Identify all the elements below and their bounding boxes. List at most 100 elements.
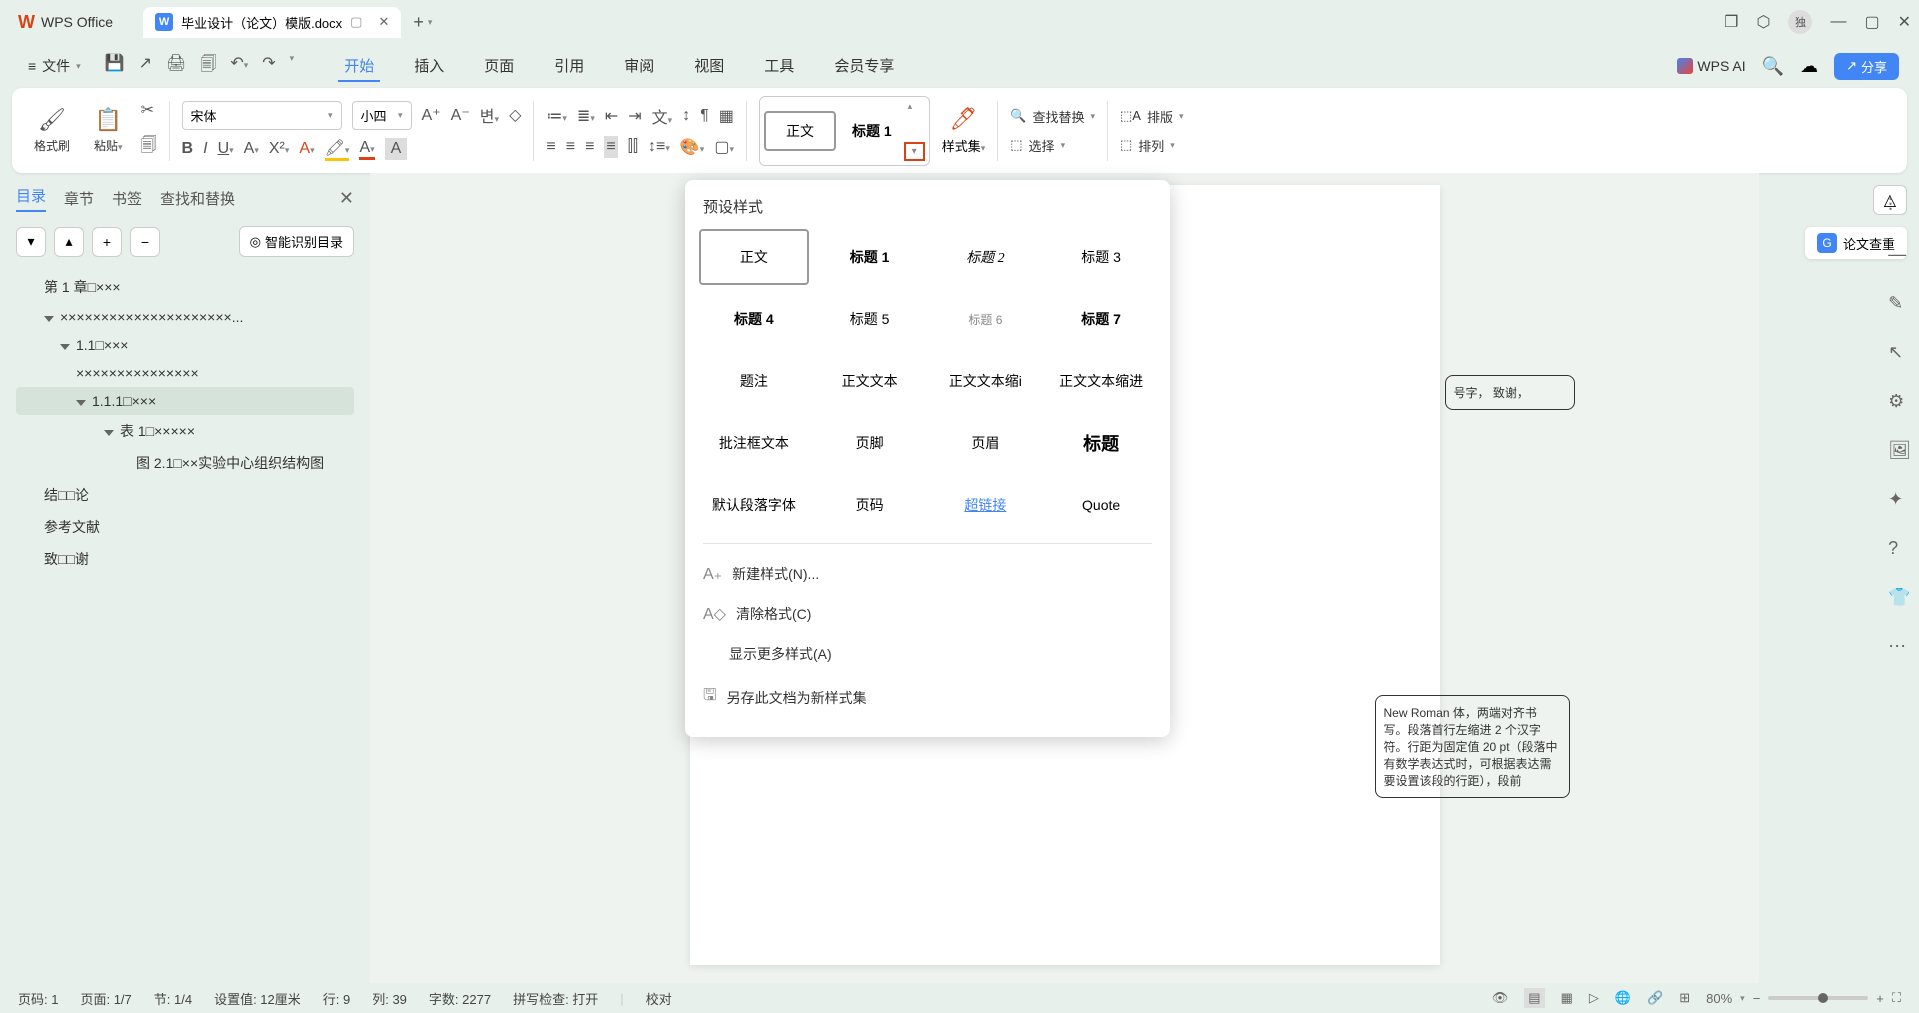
style-cell[interactable]: 标题 — [1046, 415, 1156, 471]
style-cell[interactable]: 默认段落字体 — [699, 477, 809, 533]
arrange-button[interactable]: ⬚A排版▾ — [1120, 107, 1184, 126]
highlight-icon[interactable]: 🖍▾ — [325, 138, 350, 161]
comment-balloon[interactable]: New Roman 体，两端对齐书写。段落首行左缩进 2 个汉字符。行距为固定值… — [1375, 695, 1570, 798]
close-icon[interactable]: ✕ — [1898, 12, 1911, 32]
bold-icon[interactable]: B — [182, 140, 194, 158]
sidebar-tab-chapter[interactable]: 章节 — [64, 188, 94, 209]
align-button[interactable]: ⬚排列▾ — [1120, 136, 1184, 155]
find-replace-button[interactable]: 🔍查找替换▾ — [1010, 107, 1095, 126]
tab-page[interactable]: 页面 — [478, 51, 520, 82]
style-cell[interactable]: 标题 6 — [931, 291, 1041, 347]
save-styleset-action[interactable]: 🖫另存此文档为新样式集 — [685, 674, 1170, 721]
print-preview-icon[interactable]: 🗐 — [200, 53, 216, 80]
font-decrease-icon[interactable]: A⁻ — [451, 105, 470, 125]
bullet-list-icon[interactable]: ≔▾ — [546, 106, 567, 126]
align-left-icon[interactable]: ≡ — [546, 138, 555, 156]
toc-item[interactable]: 1.1□××× — [16, 331, 354, 359]
status-page[interactable]: 页面: 1/7 — [80, 989, 131, 1008]
style-cell[interactable]: 批注框文本 — [699, 415, 809, 471]
zoom-value[interactable]: 80% — [1706, 991, 1732, 1006]
qab-more-icon[interactable]: ▾ — [290, 53, 295, 80]
cursor-icon[interactable]: ↖ — [1888, 342, 1911, 363]
para-mark-icon[interactable]: ¶ — [700, 107, 709, 125]
font-size-select[interactable]: 小四▾ — [352, 101, 412, 130]
magic-icon[interactable]: ✦ — [1888, 489, 1911, 510]
new-style-action[interactable]: A₊新建样式(N)... — [685, 554, 1170, 594]
style-cell[interactable]: 正文文本 — [815, 353, 925, 409]
clear-format-action[interactable]: A◇清除格式(C) — [685, 594, 1170, 634]
toc-item[interactable]: 表 1□××××× — [16, 415, 354, 447]
status-words[interactable]: 字数: 2277 — [429, 989, 491, 1008]
save-icon[interactable]: 💾 — [105, 53, 125, 80]
toc-item[interactable]: 结□□论 — [16, 479, 354, 511]
align-justify-icon[interactable]: ≡ — [604, 136, 617, 158]
document-tab[interactable]: W 毕业设计（论文）模版.docx ▢ ✕ — [143, 7, 401, 38]
toc-item[interactable]: 1.1.1□××× — [16, 387, 354, 415]
zoom-out-icon[interactable]: − — [1753, 991, 1761, 1006]
status-line[interactable]: 行: 9 — [323, 989, 350, 1008]
style-cell[interactable]: 正文文本缩进 — [1046, 353, 1156, 409]
toc-item[interactable]: 图 2.1□××实验中心组织结构图 — [16, 447, 354, 479]
tab-close-icon[interactable]: ✕ — [378, 14, 389, 30]
tab-tools[interactable]: 工具 — [758, 51, 800, 82]
share-icon[interactable]: ↗ — [139, 53, 152, 80]
image-icon[interactable]: 🖼 — [1888, 440, 1911, 461]
search-icon[interactable]: 🔍 — [1762, 56, 1784, 77]
style-cell[interactable]: 题注 — [699, 353, 809, 409]
settings-handle-icon[interactable]: ⫶ — [1888, 195, 1911, 216]
sidebar-close-icon[interactable]: ✕ — [339, 188, 354, 209]
columns-icon[interactable]: ▦ — [719, 106, 734, 126]
phonetic-icon[interactable]: 변▾ — [480, 103, 499, 127]
shading-icon[interactable]: 🎨▾ — [680, 137, 704, 157]
style-cell[interactable]: 标题 1 — [815, 229, 925, 285]
underline-icon[interactable]: U▾ — [218, 140, 234, 158]
toc-item[interactable]: 参考文献 — [16, 511, 354, 543]
style-pen-icon[interactable]: 🖊 — [950, 106, 978, 132]
grid-icon[interactable]: ⊞ — [1679, 990, 1690, 1006]
toc-item[interactable]: ×××××××××××××××××××××... — [16, 303, 354, 331]
cut-icon[interactable]: ✂ — [141, 100, 157, 120]
style-cell[interactable]: 页眉 — [931, 415, 1041, 471]
user-avatar[interactable]: 独 — [1788, 10, 1812, 34]
file-menu[interactable]: ≡ 文件 ▾ — [20, 52, 89, 80]
smart-toc-button[interactable]: ◎智能识别目录 — [239, 226, 354, 257]
tab-insert[interactable]: 插入 — [408, 51, 450, 82]
sort-icon[interactable]: ↕ — [682, 107, 690, 125]
style-scroll-up-icon[interactable]: ▴ — [908, 101, 925, 112]
style-cell[interactable]: 页码 — [815, 477, 925, 533]
zoom-in-icon[interactable]: + — [1876, 991, 1884, 1006]
eye-icon[interactable]: 👁 — [1492, 990, 1509, 1006]
border-icon[interactable]: ▢▾ — [714, 137, 734, 157]
distribute-icon[interactable]: ⫿⫿ — [628, 138, 638, 156]
status-col[interactable]: 列: 39 — [372, 989, 407, 1008]
toc-down-icon[interactable]: ▾ — [16, 227, 46, 257]
play-icon[interactable]: ▷ — [1589, 990, 1599, 1006]
font-name-select[interactable]: 宋体▾ — [182, 101, 342, 130]
style-cell[interactable]: Quote — [1046, 477, 1156, 533]
toc-remove-icon[interactable]: − — [130, 227, 160, 257]
style-dropdown-icon[interactable]: ▾ — [904, 142, 925, 161]
sidebar-tab-find[interactable]: 查找和替换 — [160, 188, 235, 209]
link-icon[interactable]: 🔗 — [1647, 990, 1663, 1006]
style-cell[interactable]: 超链接 — [931, 477, 1041, 533]
window-copy-icon[interactable]: ❐ — [1724, 12, 1738, 32]
superscript-icon[interactable]: X²▾ — [269, 140, 290, 158]
status-section[interactable]: 节: 1/4 — [154, 989, 192, 1008]
style-cell[interactable]: 页脚 — [815, 415, 925, 471]
tab-review[interactable]: 审阅 — [618, 51, 660, 82]
tab-start[interactable]: 开始 — [338, 51, 380, 82]
font-color-icon[interactable]: A▾ — [359, 139, 374, 160]
number-list-icon[interactable]: ≣▾ — [577, 106, 595, 126]
paste-group[interactable]: 📋 粘贴▾ — [88, 107, 129, 154]
view-page-icon[interactable]: ▤ — [1524, 988, 1544, 1008]
fullscreen-icon[interactable]: ⛶ — [1892, 990, 1901, 1006]
increase-indent-icon[interactable]: ⇥ — [628, 106, 641, 126]
redo-icon[interactable]: ↷ — [262, 53, 275, 80]
add-tab-button[interactable]: +▾ — [413, 12, 432, 33]
toc-item[interactable]: ××××××××××××××× — [16, 359, 354, 387]
toc-item[interactable]: 致□□谢 — [16, 543, 354, 575]
comment-balloon[interactable]: 号字， 致谢， — [1445, 375, 1575, 410]
share-button[interactable]: ↗ 分享 — [1834, 53, 1899, 80]
style-cell[interactable]: 标题 5 — [815, 291, 925, 347]
status-setting[interactable]: 设置值: 12厘米 — [214, 989, 301, 1008]
